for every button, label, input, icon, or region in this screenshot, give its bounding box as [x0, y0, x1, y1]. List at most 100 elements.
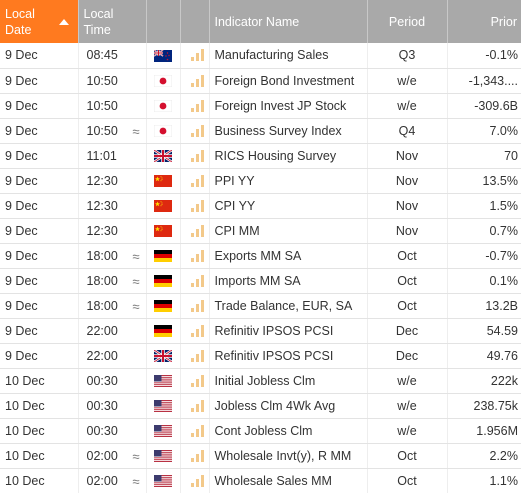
table-row[interactable]: 9 Dec 18:00 ≈ Exports MM SA Oct -0.7% [0, 243, 521, 269]
row-period: w/e [367, 393, 448, 419]
row-indicator-name[interactable]: Jobless Clm 4Wk Avg [209, 393, 368, 419]
row-date: 9 Dec [0, 343, 79, 369]
table-row[interactable]: 9 Dec 10:50 Foreign Invest JP Stock w/e -309… [0, 93, 521, 119]
row-volatility [180, 318, 210, 344]
volatility-bars-icon [190, 174, 205, 187]
approx-time-icon: ≈ [132, 298, 140, 314]
row-time-cell: 00:30 [78, 368, 147, 394]
table-row[interactable]: 9 Dec 12:30 CPI MM Nov 0.7% [0, 218, 521, 244]
row-time: 10:50 [86, 98, 118, 113]
table-row[interactable]: 9 Dec 08:45 Manufacturing Sales Q3 -0.1% [0, 43, 521, 69]
cn-flag-icon [154, 175, 172, 188]
row-time: 00:30 [86, 373, 118, 388]
row-time-cell: 10:50 [78, 93, 147, 119]
row-indicator-name[interactable]: Foreign Invest JP Stock [209, 93, 368, 119]
de-flag-icon [154, 250, 172, 263]
table-row[interactable]: 9 Dec 11:01 RICS Housing Survey Nov 70 [0, 143, 521, 169]
row-date: 9 Dec [0, 118, 79, 144]
row-time: 12:30 [86, 198, 118, 213]
table-row[interactable]: 9 Dec 18:00 ≈ Trade Balance, EUR, SA Oct 13.2… [0, 293, 521, 319]
cn-flag-icon [154, 225, 172, 238]
row-indicator-name[interactable]: Exports MM SA [209, 243, 368, 269]
table-row[interactable]: 10 Dec 02:00 ≈ Wholesale Sales MM Oct 1.1% [0, 468, 521, 493]
row-time-cell: 10:50 [78, 68, 147, 94]
table-row[interactable]: 10 Dec 00:30 Cont Jobless Clm w/e 1.956M [0, 418, 521, 444]
cn-flag-icon [154, 200, 172, 213]
row-country-flag [146, 193, 181, 219]
row-indicator-name[interactable]: Business Survey Index [209, 118, 368, 144]
row-time: 02:00 [86, 448, 118, 463]
de-flag-icon [154, 300, 172, 313]
row-time: 12:30 [86, 173, 118, 188]
row-period: Q4 [367, 118, 448, 144]
row-time: 02:00 [86, 473, 118, 488]
sort-asc-icon [58, 18, 69, 25]
row-indicator-name[interactable]: Manufacturing Sales [209, 43, 368, 69]
row-date: 9 Dec [0, 168, 79, 194]
us-flag-icon [154, 450, 172, 463]
row-volatility [180, 68, 210, 94]
row-indicator-name[interactable]: Initial Jobless Clm [209, 368, 368, 394]
row-time-cell: 02:00 ≈ [78, 468, 147, 493]
nz-flag-icon [154, 49, 172, 62]
row-indicator-name[interactable]: Imports MM SA [209, 268, 368, 294]
row-prior: 2.2% [447, 443, 521, 469]
header-local-date[interactable]: Local Date [0, 0, 79, 43]
approx-time-icon: ≈ [132, 248, 140, 264]
us-flag-icon [154, 400, 172, 413]
row-prior: 13.2B [447, 293, 521, 319]
table-row[interactable]: 9 Dec 12:30 PPI YY Nov 13.5% [0, 168, 521, 194]
table-row[interactable]: 10 Dec 00:30 Initial Jobless Clm w/e 222k [0, 368, 521, 394]
header-local-time[interactable]: Local Time [78, 0, 147, 43]
row-country-flag [146, 93, 181, 119]
table-row[interactable]: 9 Dec 12:30 CPI YY Nov 1.5% [0, 193, 521, 219]
row-time: 18:00 [86, 248, 118, 263]
header-prior[interactable]: Prior [447, 0, 521, 43]
table-body: 9 Dec 08:45 Manufacturing Sales Q3 -0.1% 9 De… [0, 43, 521, 493]
volatility-bars-icon [190, 424, 205, 437]
table-row[interactable]: 10 Dec 02:00 ≈ Wholesale Invt(y), R MM Oct 2.… [0, 443, 521, 469]
header-period[interactable]: Period [367, 0, 448, 43]
row-time-cell: 12:30 [78, 193, 147, 219]
row-country-flag [146, 393, 181, 419]
row-indicator-name[interactable]: CPI YY [209, 193, 368, 219]
row-time-cell: 22:00 [78, 343, 147, 369]
volatility-bars-icon [190, 349, 205, 362]
row-prior: 1.956M [447, 418, 521, 444]
row-time-cell: 12:30 [78, 168, 147, 194]
row-volatility [180, 143, 210, 169]
row-country-flag [146, 118, 181, 144]
gb-flag-icon [154, 350, 172, 363]
row-prior: -0.1% [447, 43, 521, 69]
row-indicator-name[interactable]: Foreign Bond Investment [209, 68, 368, 94]
table-row[interactable]: 10 Dec 00:30 Jobless Clm 4Wk Avg w/e 238.75k [0, 393, 521, 419]
table-row[interactable]: 9 Dec 10:50 ≈ Business Survey Index Q4 7.0% [0, 118, 521, 144]
row-indicator-name[interactable]: Wholesale Sales MM [209, 468, 368, 493]
row-indicator-name[interactable]: Refinitiv IPSOS PCSI [209, 318, 368, 344]
row-period: Nov [367, 143, 448, 169]
table-row[interactable]: 9 Dec 22:00 Refinitiv IPSOS PCSI Dec 49.76 [0, 343, 521, 369]
row-indicator-name[interactable]: Trade Balance, EUR, SA [209, 293, 368, 319]
us-flag-icon [154, 475, 172, 488]
header-period-label: Period [388, 14, 426, 29]
row-date: 9 Dec [0, 93, 79, 119]
row-indicator-name[interactable]: PPI YY [209, 168, 368, 194]
approx-time-icon: ≈ [132, 123, 140, 139]
row-time: 22:00 [86, 323, 118, 338]
table-row[interactable]: 9 Dec 22:00 Refinitiv IPSOS PCSI Dec 54.59 [0, 318, 521, 344]
row-time: 12:30 [86, 223, 118, 238]
header-local-time-label: Local Time [83, 6, 114, 37]
row-indicator-name[interactable]: Refinitiv IPSOS PCSI [209, 343, 368, 369]
table-row[interactable]: 9 Dec 10:50 Foreign Bond Investment w/e -1,3… [0, 68, 521, 94]
row-prior: 54.59 [447, 318, 521, 344]
row-indicator-name[interactable]: CPI MM [209, 218, 368, 244]
row-country-flag [146, 418, 181, 444]
table-row[interactable]: 9 Dec 18:00 ≈ Imports MM SA Oct 0.1% [0, 268, 521, 294]
row-indicator-name[interactable]: Cont Jobless Clm [209, 418, 368, 444]
row-volatility [180, 368, 210, 394]
header-indicator-name[interactable]: Indicator Name [209, 0, 368, 43]
row-indicator-name[interactable]: Wholesale Invt(y), R MM [209, 443, 368, 469]
row-indicator-name[interactable]: RICS Housing Survey [209, 143, 368, 169]
row-time-cell: 11:01 [78, 143, 147, 169]
row-prior: -0.7% [447, 243, 521, 269]
